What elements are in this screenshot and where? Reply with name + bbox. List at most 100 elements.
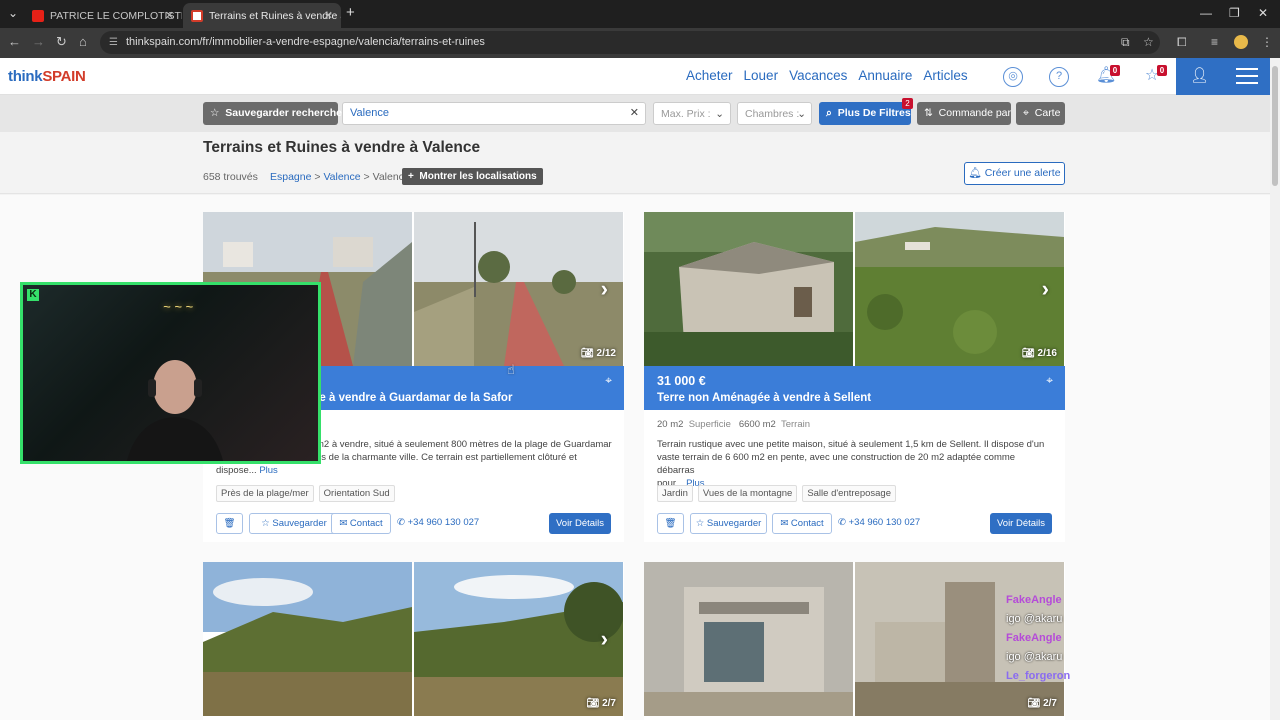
- listing-photo: [414, 562, 623, 716]
- listing-photos[interactable]: › 📷︎ 2/16: [644, 212, 1065, 366]
- page-title: Terrains et Ruines à vendre à Valence: [203, 139, 481, 156]
- save-search-button[interactable]: ☆ Sauvegarder recherche: [203, 102, 342, 125]
- listing-description: Terrain rustique avec une petite maison,…: [657, 439, 1045, 489]
- browser-tab-youtube[interactable]: PATRICE LE COMPLOTISTE, 73 A ✕: [24, 3, 182, 28]
- save-listing-button[interactable]: ☆ Sauvegarder: [690, 513, 767, 534]
- new-tab-button[interactable]: +: [346, 4, 355, 21]
- minimize-icon[interactable]: —: [1200, 6, 1212, 20]
- listing-card[interactable]: › 📷︎ 2/16 31 000 € Terre non Aménagée à …: [644, 212, 1065, 542]
- show-locations-button[interactable]: + Montrer les localisations: [402, 168, 543, 185]
- sort-icon: ⇅: [924, 107, 933, 119]
- view-details-button[interactable]: Voir Détails: [990, 513, 1052, 534]
- notifications-count-badge: 0: [1110, 65, 1120, 76]
- create-alert-button[interactable]: 🔔︎ Créer une alerte: [964, 162, 1065, 185]
- breadcrumb-espagne[interactable]: Espagne: [270, 171, 311, 183]
- photo-counter: 📷︎ 2/7: [586, 698, 616, 709]
- extensions-icon[interactable]: ⧠: [1177, 35, 1187, 50]
- listing-price-bar[interactable]: 31 000 € Terre non Aménagée à vendre à S…: [644, 366, 1065, 410]
- browser-menu-icon[interactable]: ⋮: [1261, 35, 1273, 49]
- help-icon[interactable]: ?: [1049, 67, 1069, 87]
- more-link[interactable]: Plus: [259, 465, 277, 476]
- close-tab-icon[interactable]: ✕: [324, 9, 333, 22]
- site-header: thinkSPAIN Acheter Louer Vacances Annuai…: [0, 58, 1270, 95]
- site-info-icon[interactable]: ☰: [109, 31, 118, 54]
- location-search-input[interactable]: Valence ✕: [342, 102, 646, 125]
- plus-icon: +: [408, 171, 414, 182]
- reading-list-icon[interactable]: ≡: [1211, 35, 1218, 49]
- next-photo-chevron-icon[interactable]: ›: [601, 626, 608, 652]
- nav-acheter[interactable]: Acheter: [686, 68, 733, 83]
- nav-louer[interactable]: Louer: [744, 68, 779, 83]
- bookmark-star-icon[interactable]: ☆: [1143, 35, 1154, 49]
- active-filters-badge: 2: [902, 98, 913, 109]
- listing-title[interactable]: ée à vendre à Guardamar de la Safor: [313, 392, 512, 404]
- location-pin-icon[interactable]: ⌖: [605, 373, 612, 388]
- delete-trash-icon[interactable]: 🗑︎: [657, 513, 684, 534]
- restore-icon[interactable]: ❐: [1229, 6, 1240, 20]
- main-nav: Acheter Louer Vacances Annuaire Articles: [686, 68, 968, 83]
- hamburger-menu-icon[interactable]: [1236, 68, 1258, 89]
- close-window-icon[interactable]: ✕: [1258, 6, 1268, 20]
- browser-tab-bar: ⌄ PATRICE LE COMPLOTISTE, 73 A ✕ Terrain…: [0, 0, 1280, 28]
- results-header: Terrains et Ruines à vendre à Valence 65…: [0, 132, 1270, 194]
- reload-icon[interactable]: ↻: [56, 34, 67, 50]
- contact-button[interactable]: ✉ Contact: [772, 513, 832, 534]
- install-app-icon[interactable]: ⧉: [1121, 35, 1130, 50]
- listing-actions: 🗑︎ ☆ Sauvegarder ✉ Contact ✆ +34 960 130…: [657, 513, 1052, 535]
- clear-search-icon[interactable]: ✕: [630, 103, 639, 124]
- bedrooms-select[interactable]: Chambres : ⌄: [737, 102, 812, 125]
- chat-message: FakeAngle: [1006, 594, 1062, 606]
- tab-list-chevron-icon[interactable]: ⌄: [8, 6, 18, 20]
- user-account-icon[interactable]: 👤︎: [1190, 66, 1209, 84]
- listing-card[interactable]: 📷︎ 2/7: [644, 562, 1065, 720]
- chat-message-text: igo @akaru: [1006, 651, 1063, 663]
- camera-icon: 📷︎: [1027, 698, 1041, 709]
- next-photo-chevron-icon[interactable]: ›: [1042, 276, 1049, 302]
- streamer-figure: [126, 360, 224, 461]
- delete-trash-icon[interactable]: 🗑︎: [216, 513, 243, 534]
- listing-tags: Jardin Vues de la montagne Salle d'entre…: [657, 485, 896, 502]
- location-pin-icon[interactable]: ⌖: [1046, 373, 1053, 388]
- currency-icon[interactable]: ◎: [1003, 67, 1023, 87]
- bell-icon: 🔔︎: [968, 167, 982, 179]
- max-price-select[interactable]: Max. Prix : ⌄: [653, 102, 731, 125]
- tag: Près de la plage/mer: [216, 485, 314, 502]
- phone-link[interactable]: ✆ +34 960 130 027: [397, 517, 479, 528]
- view-details-button[interactable]: Voir Détails: [549, 513, 611, 534]
- contact-button[interactable]: ✉ Contact: [331, 513, 391, 534]
- more-filters-button[interactable]: ⌕ Plus De Filtres: [819, 102, 911, 125]
- listing-photo: [644, 562, 853, 716]
- listing-card[interactable]: › 📷︎ 2/7: [203, 562, 624, 720]
- nav-vacances[interactable]: Vacances: [789, 68, 847, 83]
- phone-link[interactable]: ✆ +34 960 130 027: [838, 517, 920, 528]
- listing-photos[interactable]: › 📷︎ 2/7: [203, 562, 624, 716]
- map-button[interactable]: ⌖ Carte: [1016, 102, 1065, 125]
- user-menu-area: 👤︎: [1176, 58, 1270, 95]
- forward-icon[interactable]: →: [32, 34, 45, 49]
- home-icon[interactable]: ⌂: [79, 34, 87, 49]
- breadcrumb-valence-region[interactable]: Valence: [323, 171, 360, 183]
- url-field[interactable]: ☰ thinkspain.com/fr/immobilier-a-vendre-…: [100, 31, 1160, 54]
- listing-photo: [414, 212, 623, 366]
- tag: Salle d'entreposage: [802, 485, 896, 502]
- page-scrollbar[interactable]: [1270, 58, 1280, 720]
- sort-button[interactable]: ⇅ Commande par: [917, 102, 1011, 125]
- nav-articles[interactable]: Articles: [923, 68, 967, 83]
- thinkspain-logo[interactable]: thinkSPAIN: [8, 68, 86, 85]
- mouse-cursor-icon: ☝: [507, 362, 515, 377]
- listing-photos[interactable]: 📷︎ 2/7: [644, 562, 1065, 716]
- stream-chat-overlay: FakeAngle igo @akaru FakeAngle igo @akar…: [1006, 591, 1226, 686]
- scrollbar-thumb[interactable]: [1272, 66, 1278, 186]
- nav-annuaire[interactable]: Annuaire: [858, 68, 912, 83]
- next-photo-chevron-icon[interactable]: ›: [601, 276, 608, 302]
- browser-tab-thinkspain[interactable]: Terrains et Ruines à vendre à Va ✕: [183, 3, 341, 28]
- chat-message: Le_forgeron: [1006, 670, 1071, 682]
- back-icon[interactable]: ←: [8, 34, 21, 49]
- listing-title[interactable]: Terre non Aménagée à vendre à Sellent: [657, 392, 871, 404]
- close-tab-icon[interactable]: ✕: [165, 9, 174, 22]
- profile-avatar-icon[interactable]: [1234, 35, 1248, 49]
- save-listing-button[interactable]: ☆ Sauvegarder: [249, 513, 339, 534]
- listing-photo: [644, 212, 853, 366]
- listing-description: m2 à vendre, situé à seulement 800 mètre…: [316, 439, 612, 463]
- thinkspain-favicon-icon: [191, 9, 203, 22]
